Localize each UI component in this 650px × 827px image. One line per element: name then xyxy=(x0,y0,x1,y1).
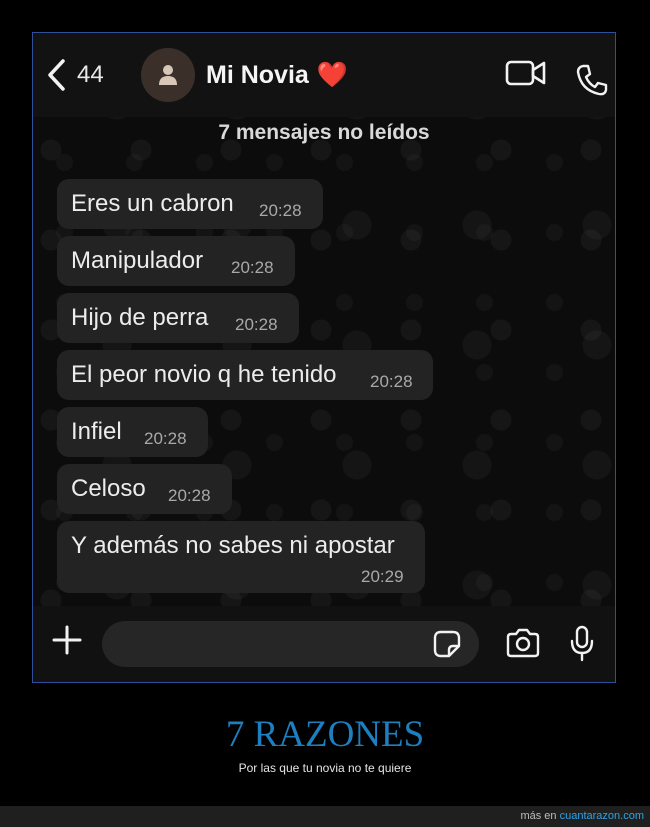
phone-icon[interactable] xyxy=(575,63,609,97)
message-input[interactable] xyxy=(102,621,479,667)
chevron-left-icon xyxy=(48,59,65,91)
message-text: Infiel xyxy=(71,418,122,445)
unread-chats-count: 44 xyxy=(77,61,104,88)
message-input-bar xyxy=(33,606,615,682)
site-footer: más en cuantarazon.com xyxy=(0,806,650,827)
message-time: 20:28 xyxy=(231,258,274,277)
camera-icon[interactable] xyxy=(505,628,541,658)
message-time: 20:29 xyxy=(361,567,404,586)
message-bubble[interactable]: Y además no sabes ni apostar 20:29 xyxy=(57,521,425,593)
message-time: 20:28 xyxy=(168,486,211,505)
caption-subtitle: Por las que tu novia no te quiere xyxy=(238,761,412,775)
back-button[interactable]: 44 xyxy=(47,55,104,95)
message-text: Celoso xyxy=(71,475,146,502)
chat-header: 44 Mi Novia ❤️ xyxy=(33,33,615,117)
microphone-icon[interactable] xyxy=(569,625,595,663)
contact-name[interactable]: Mi Novia ❤️ xyxy=(206,61,348,90)
footer-prefix: más en xyxy=(520,810,557,822)
message-text: El peor novio q he tenido xyxy=(71,361,337,388)
message-time: 20:28 xyxy=(370,372,413,391)
message-bubble[interactable]: El peor novio q he tenido 20:28 xyxy=(57,350,433,400)
video-call-icon[interactable] xyxy=(505,59,547,87)
message-bubble[interactable]: Celoso 20:28 xyxy=(57,464,232,514)
footer-text: más en cuantarazon.com xyxy=(520,810,644,822)
message-text: Y además no sabes ni apostar xyxy=(71,532,395,559)
avatar[interactable] xyxy=(141,48,195,102)
message-bubble[interactable]: Infiel 20:28 xyxy=(57,407,208,457)
message-text: Hijo de perra xyxy=(71,304,209,331)
heart-emoji: ❤️ xyxy=(316,61,348,89)
chat-screenshot: 44 Mi Novia ❤️ 7 mensajes no leídos Eres… xyxy=(32,32,616,683)
caption-title: 7 RAZONES xyxy=(225,714,425,755)
message-text: Eres un cabron xyxy=(71,190,234,217)
plus-icon[interactable] xyxy=(51,624,83,656)
message-bubble[interactable]: Manipulador 20:28 xyxy=(57,236,295,286)
footer-site-link[interactable]: cuantarazon.com xyxy=(560,810,644,822)
message-time: 20:28 xyxy=(259,201,302,220)
person-icon xyxy=(159,65,177,85)
contact-name-text: Mi Novia xyxy=(206,61,309,89)
unread-messages-banner: 7 mensajes no leídos xyxy=(218,121,430,144)
sticker-icon[interactable] xyxy=(433,630,461,658)
message-text: Manipulador xyxy=(71,247,204,274)
message-bubble[interactable]: Hijo de perra 20:28 xyxy=(57,293,299,343)
message-time: 20:28 xyxy=(235,315,278,334)
message-bubble[interactable]: Eres un cabron 20:28 xyxy=(57,179,323,229)
message-time: 20:28 xyxy=(144,429,187,448)
